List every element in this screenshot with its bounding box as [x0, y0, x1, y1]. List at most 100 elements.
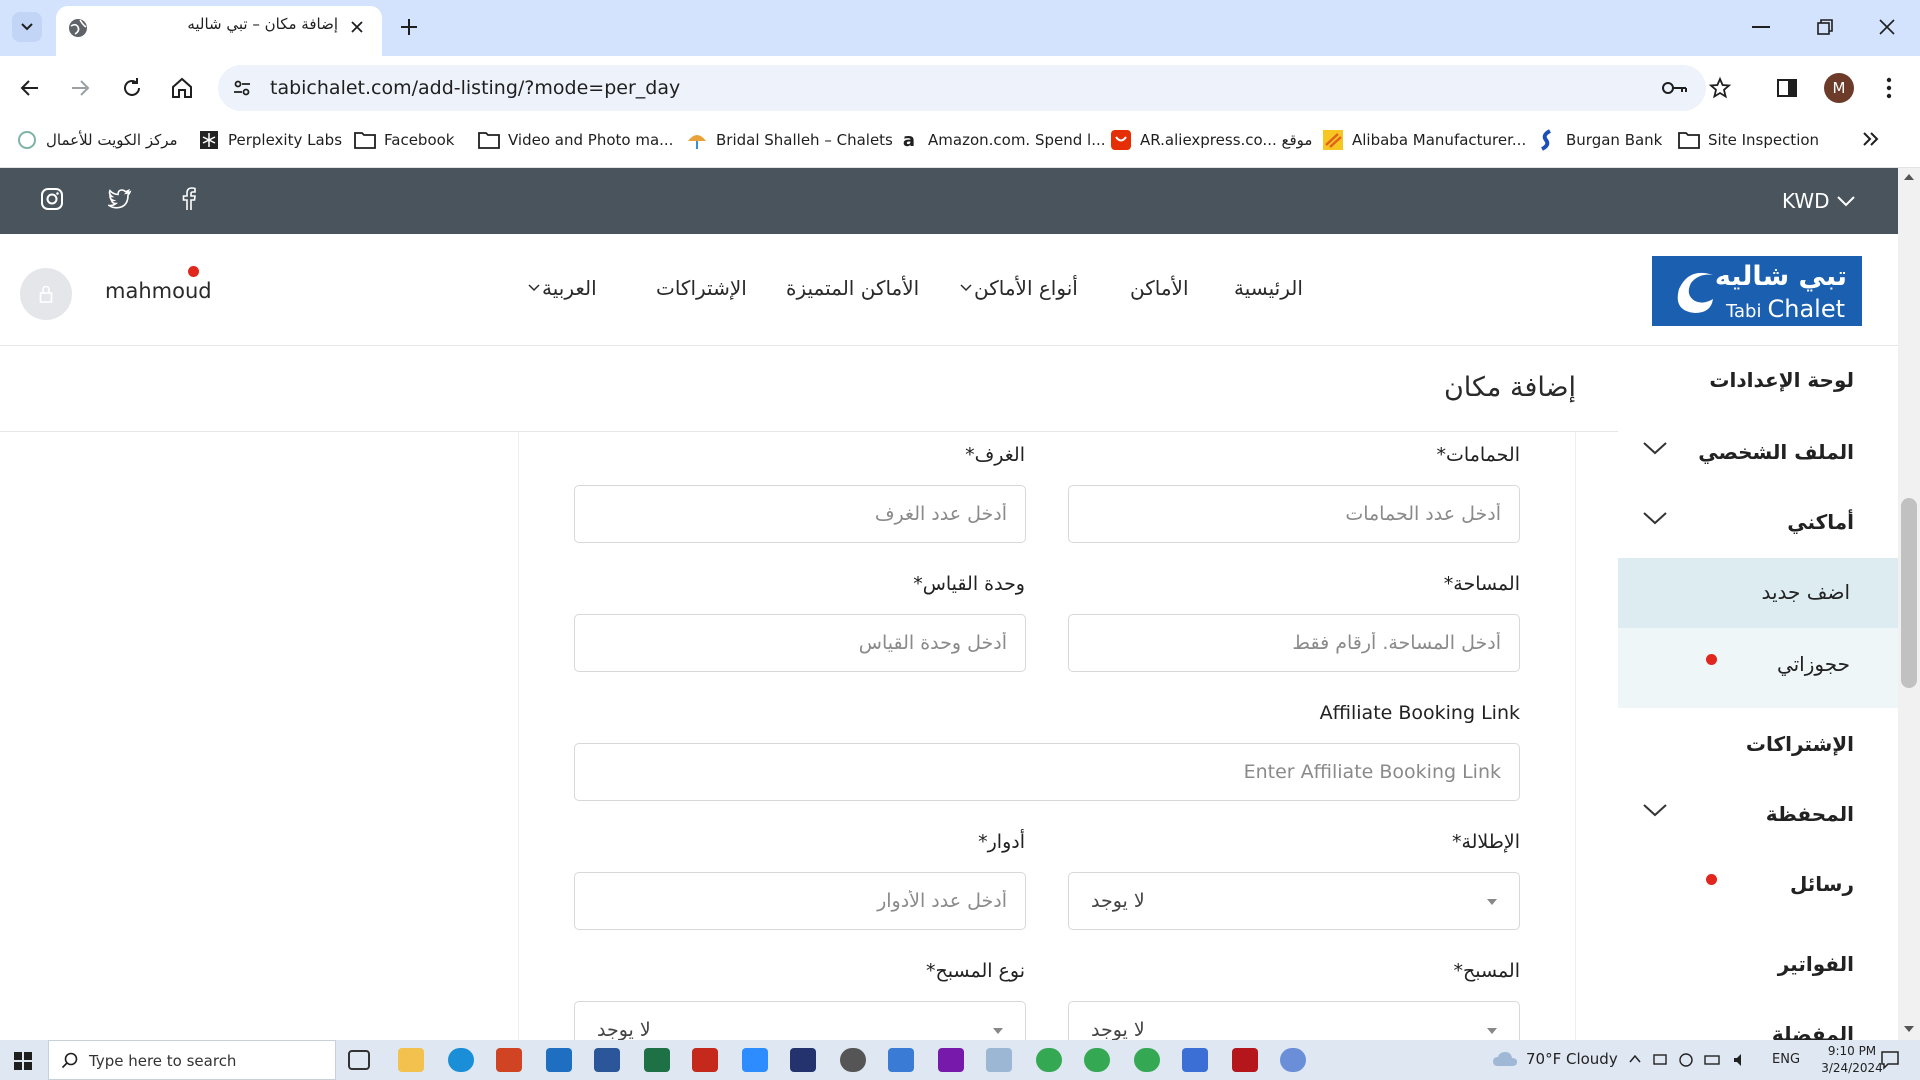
chrome-icon[interactable]: [1134, 1048, 1160, 1072]
filezilla-icon[interactable]: [1232, 1048, 1258, 1072]
bookmark-alibaba[interactable]: Alibaba Manufacturer...: [1322, 128, 1526, 152]
nav-language[interactable]: العربية: [528, 276, 597, 300]
bookmark-kuwait-business[interactable]: مركز الكويت للأعمال: [16, 128, 178, 152]
weather-widget[interactable]: 70°F Cloudy: [1492, 1050, 1618, 1068]
profile-avatar[interactable]: M: [1824, 73, 1854, 103]
zoom-icon[interactable]: [742, 1048, 768, 1072]
bookmark-amazon[interactable]: a Amazon.com. Spend l...: [898, 128, 1106, 152]
sidebar-item-my-places[interactable]: أماكني: [1618, 488, 1898, 558]
bookmark-burgan-bank[interactable]: Burgan Bank: [1536, 128, 1662, 152]
nav-home[interactable]: الرئيسية: [1234, 276, 1303, 300]
bookmark-video-photo[interactable]: Video and Photo ma...: [478, 128, 673, 152]
sidebar-item-add-new[interactable]: اضف جديد: [1618, 558, 1898, 628]
nav-subscriptions[interactable]: الإشتراكات: [656, 276, 747, 300]
profile-initial: M: [1832, 79, 1846, 97]
password-key-icon[interactable]: [1660, 78, 1688, 98]
scroll-up-arrow[interactable]: [1904, 174, 1914, 180]
facebook-icon[interactable]: [182, 187, 196, 211]
scroll-down-arrow[interactable]: [1904, 1026, 1914, 1032]
rooms-input[interactable]: [574, 485, 1026, 543]
app-icon[interactable]: [1280, 1048, 1306, 1072]
twitter-icon[interactable]: [108, 188, 132, 210]
bathrooms-input[interactable]: [1068, 485, 1520, 543]
app-icon[interactable]: [986, 1048, 1012, 1072]
avatar[interactable]: [20, 268, 72, 320]
bookmark-bridal-shalleh[interactable]: Bridal Shalleh – Chalets: [686, 128, 893, 152]
edge-icon[interactable]: [448, 1048, 474, 1072]
scrollbar-thumb[interactable]: [1901, 498, 1917, 688]
bookmark-label: Alibaba Manufacturer...: [1352, 131, 1527, 149]
home-button[interactable]: [170, 76, 194, 100]
caret-down-icon: [1487, 1028, 1497, 1034]
bookmark-aliexpress[interactable]: AR.aliexpress.co... موقع: [1110, 128, 1312, 152]
app-icon[interactable]: [790, 1048, 816, 1072]
excel-icon[interactable]: [644, 1048, 670, 1072]
back-button[interactable]: [18, 76, 42, 100]
file-explorer-icon[interactable]: [398, 1048, 424, 1072]
acrobat-icon[interactable]: [692, 1048, 718, 1072]
nav-featured[interactable]: الأماكن المتميزة: [786, 276, 919, 300]
bookmark-facebook[interactable]: Facebook: [354, 128, 454, 152]
sidebar-item-profile[interactable]: الملف الشخصي: [1618, 418, 1898, 488]
clock[interactable]: 9:10 PM 3/24/2024: [1816, 1043, 1888, 1077]
sidebar-item-label: رسائل: [1789, 872, 1854, 896]
bookmark-star-icon[interactable]: [1708, 76, 1732, 100]
username[interactable]: mahmoud: [105, 279, 212, 303]
view-label: الإطلالة*: [1451, 831, 1520, 853]
currency-selector[interactable]: KWD: [1782, 189, 1856, 213]
area-input[interactable]: [1068, 614, 1520, 672]
more-bookmarks-icon[interactable]: [1862, 131, 1880, 147]
bookmark-label: Perplexity Labs: [228, 131, 343, 149]
arrow-left-icon: [20, 80, 38, 96]
word-icon[interactable]: [594, 1048, 620, 1072]
task-view-icon[interactable]: [348, 1050, 370, 1070]
close-tab-icon[interactable]: [348, 18, 366, 36]
sidebar-item-dashboard[interactable]: لوحة الإعدادات: [1618, 346, 1898, 416]
mail-icon[interactable]: [546, 1048, 572, 1072]
notification-center-icon[interactable]: [1880, 1050, 1900, 1070]
pool-type-select-value: لا يوجد: [597, 1019, 651, 1041]
sidebar-item-subscriptions[interactable]: الإشتراكات: [1618, 710, 1898, 780]
side-panel-icon[interactable]: [1776, 78, 1798, 98]
chrome-icon[interactable]: [1084, 1048, 1110, 1072]
caret-down-icon: [993, 1028, 1003, 1034]
nav-places[interactable]: الأماكن: [1130, 276, 1189, 300]
view-select[interactable]: لا يوجد: [1068, 872, 1520, 930]
nav-place-types[interactable]: أنواع الأماكن: [960, 276, 1078, 300]
site-info-icon[interactable]: [232, 78, 252, 98]
menu-kebab-icon[interactable]: [1886, 76, 1892, 100]
restore-button[interactable]: [1816, 18, 1834, 36]
weather-text: 70°F Cloudy: [1526, 1050, 1618, 1068]
app-icon[interactable]: [1182, 1048, 1208, 1072]
sidebar-item-my-bookings[interactable]: حجوزاتي: [1618, 628, 1898, 708]
chrome-icon[interactable]: [1036, 1048, 1062, 1072]
url-text[interactable]: tabichalet.com/add-listing/?mode=per_day: [270, 77, 680, 99]
taskbar-search[interactable]: Type here to search: [48, 1040, 336, 1080]
tab-title: إضافة مكان – تبي شاليه: [187, 15, 338, 33]
tab-search-button[interactable]: [12, 12, 42, 42]
new-tab-button[interactable]: [398, 16, 420, 38]
view-select-value: لا يوجد: [1091, 890, 1145, 912]
minimize-button[interactable]: [1752, 26, 1770, 28]
close-window-button[interactable]: [1878, 18, 1896, 36]
forward-button[interactable]: [68, 76, 92, 100]
powerpoint-icon[interactable]: [496, 1048, 522, 1072]
sidebar-item-invoices[interactable]: الفواتير: [1618, 930, 1898, 1000]
sidebar-item-wallet[interactable]: المحفظة: [1618, 780, 1898, 850]
reload-button[interactable]: [120, 76, 144, 100]
site-logo[interactable]: تبي شاليه Tabi Chalet: [1652, 256, 1862, 326]
bookmark-perplexity[interactable]: Perplexity Labs: [198, 128, 342, 152]
windows-start-icon[interactable]: [14, 1052, 32, 1070]
settings-gear-icon[interactable]: [840, 1048, 866, 1072]
language-indicator[interactable]: ENG: [1772, 1052, 1800, 1067]
affiliate-link-input[interactable]: [574, 743, 1520, 801]
bookmark-site-inspection[interactable]: Site Inspection: [1678, 128, 1819, 152]
sidebar-item-favorites[interactable]: المفضلة: [1618, 1000, 1898, 1040]
instagram-icon[interactable]: [40, 187, 64, 211]
tray-icons[interactable]: [1628, 1052, 1748, 1068]
unit-input[interactable]: [574, 614, 1026, 672]
sidebar-item-messages[interactable]: رسائل: [1618, 850, 1898, 920]
onenote-icon[interactable]: [938, 1048, 964, 1072]
photos-icon[interactable]: [888, 1048, 914, 1072]
floors-input[interactable]: [574, 872, 1026, 930]
